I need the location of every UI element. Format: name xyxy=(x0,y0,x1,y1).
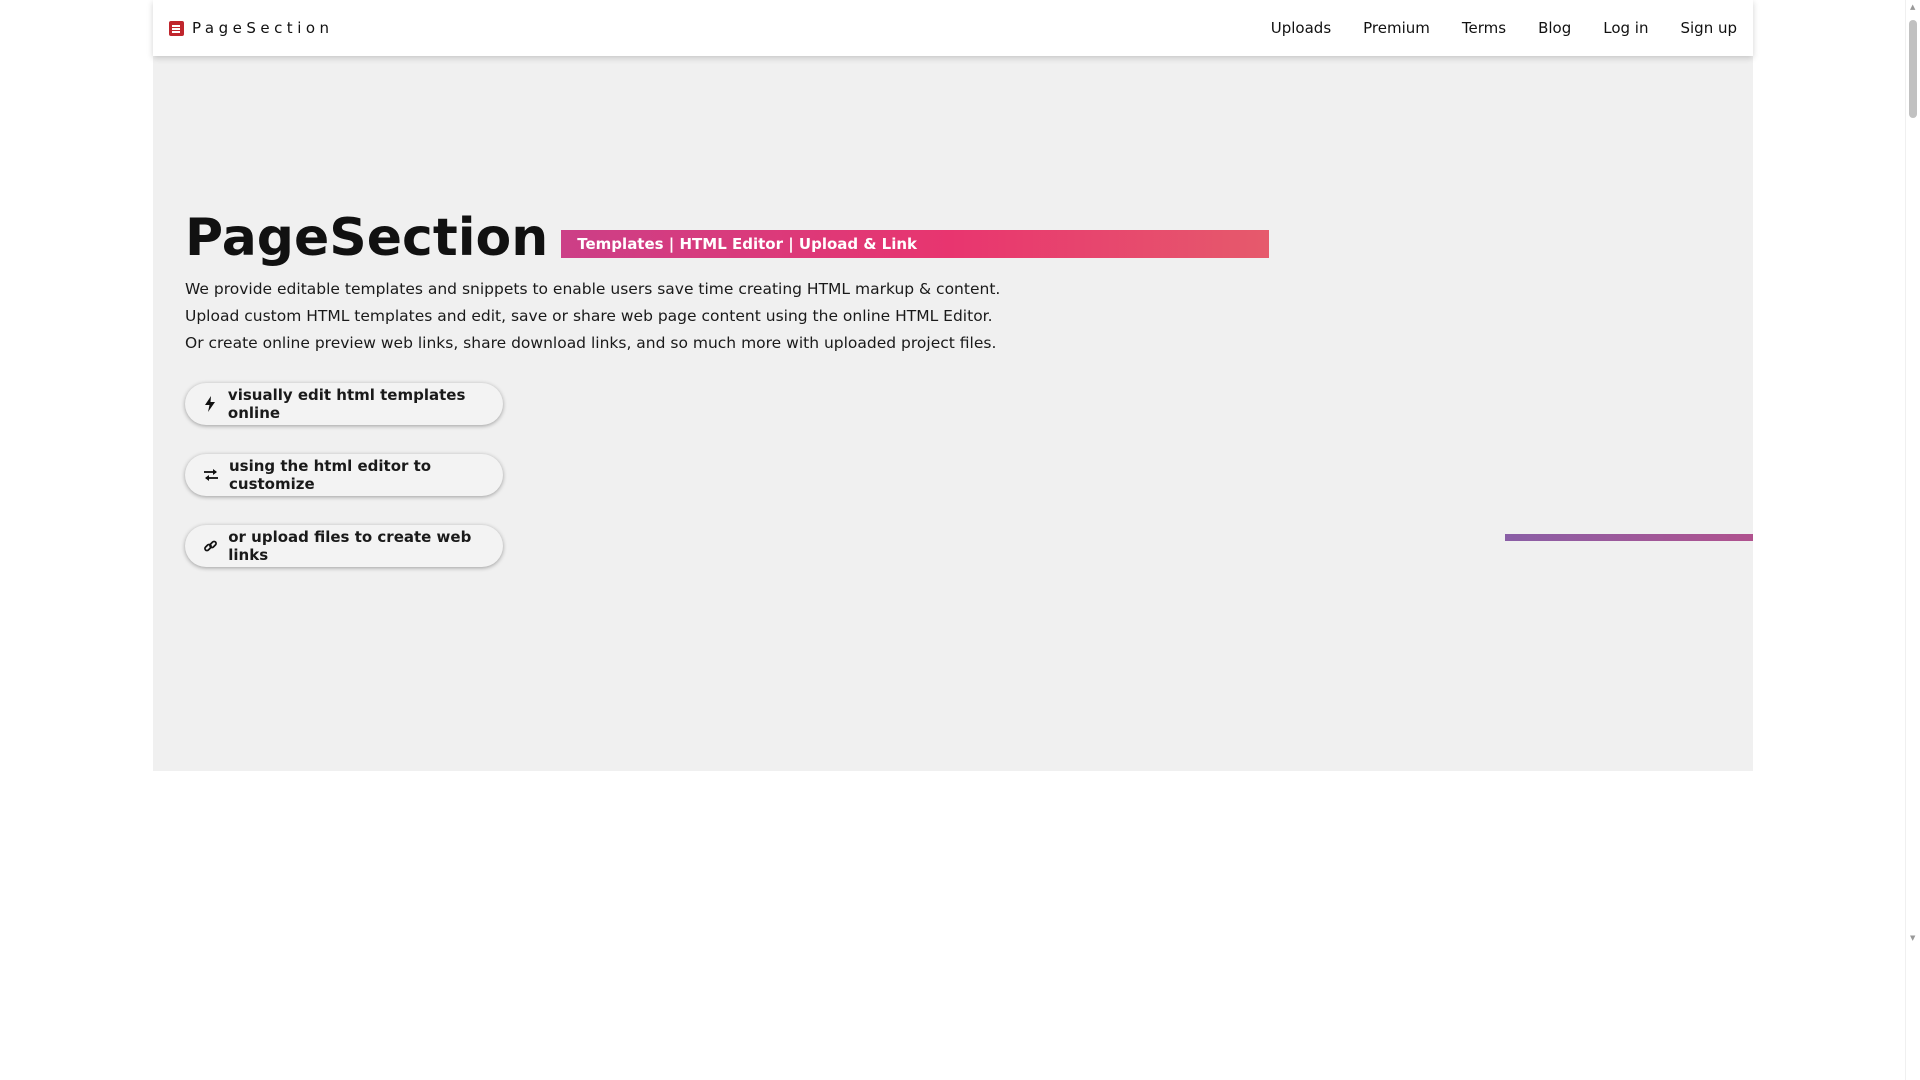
nav-link-signup[interactable]: Sign up xyxy=(1680,19,1737,37)
description-line: Or create online preview web links, shar… xyxy=(185,334,997,352)
nav-link-blog[interactable]: Blog xyxy=(1538,19,1571,37)
nav-link-premium[interactable]: Premium xyxy=(1363,19,1430,37)
brand-link[interactable]: PageSection xyxy=(169,18,334,38)
button-label: visually edit html templates online xyxy=(227,386,466,422)
navbar: PageSection Uploads Premium Terms Blog L… xyxy=(153,0,1753,56)
upload-files-button[interactable]: or upload files to create web links xyxy=(185,525,503,567)
nav-link-terms[interactable]: Terms xyxy=(1462,19,1506,37)
accent-bar xyxy=(1505,534,1753,541)
hero-title-row: PageSection Templates | HTML Editor | Up… xyxy=(185,208,1270,268)
scroll-thumb[interactable] xyxy=(1909,20,1917,118)
edit-templates-button[interactable]: visually edit html templates online xyxy=(185,383,503,425)
scroll-up-icon[interactable]: ▲ xyxy=(1910,4,1916,11)
hero-description: We provide editable templates and snippe… xyxy=(185,276,1000,357)
description-line: We provide editable templates and snippe… xyxy=(185,280,1001,298)
hero-tagline: Templates | HTML Editor | Upload & Link xyxy=(561,230,1270,258)
button-label: or upload files to create web links xyxy=(228,528,472,564)
nav-link-login[interactable]: Log in xyxy=(1603,19,1648,37)
brand-name: PageSection xyxy=(192,19,334,37)
exchange-icon xyxy=(203,467,219,483)
scroll-down-icon[interactable]: ▼ xyxy=(1910,935,1916,942)
description-line: Upload custom HTML templates and edit, s… xyxy=(185,307,993,325)
nav-link-uploads[interactable]: Uploads xyxy=(1271,19,1331,37)
scrollbar[interactable]: ▲ ▼ xyxy=(1905,0,1920,1080)
button-label: using the html editor to customize xyxy=(229,457,432,493)
logo-icon xyxy=(169,20,184,36)
bolt-icon xyxy=(203,396,218,412)
page: PageSection Uploads Premium Terms Blog L… xyxy=(0,0,1920,1080)
html-editor-button[interactable]: using the html editor to customize xyxy=(185,454,503,496)
hero-section: PageSection Templates | HTML Editor | Up… xyxy=(153,56,1753,771)
link-icon xyxy=(203,538,218,554)
nav-links: Uploads Premium Terms Blog Log in Sign u… xyxy=(1239,0,1737,56)
hero-title: PageSection xyxy=(185,208,549,268)
